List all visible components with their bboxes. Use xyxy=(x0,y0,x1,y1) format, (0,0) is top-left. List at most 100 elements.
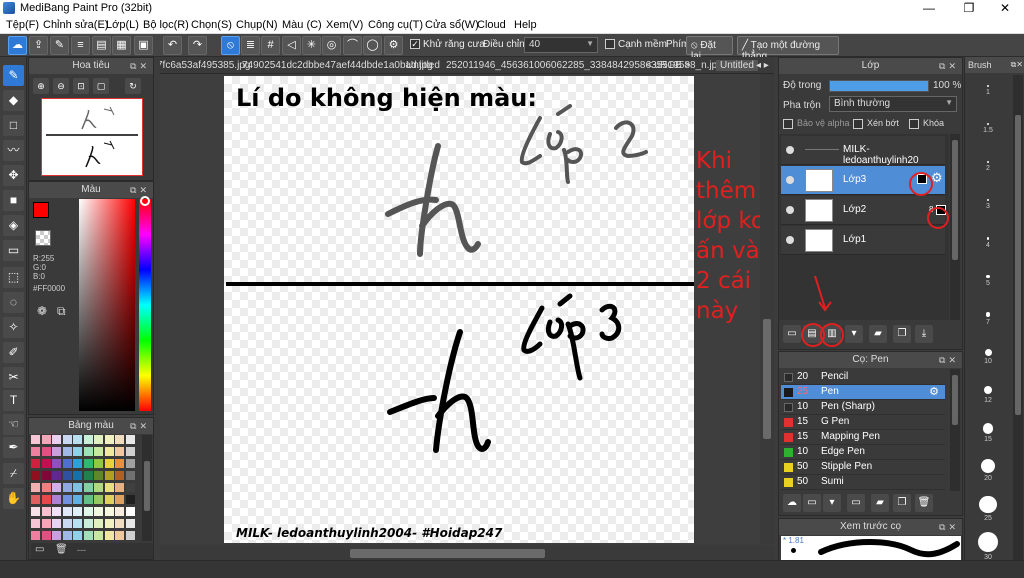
magic-wand-tool-button[interactable]: ✧ xyxy=(3,317,24,338)
eyedropper-tool-button[interactable]: ⌿ xyxy=(3,463,24,484)
palette-swatch[interactable] xyxy=(104,447,114,456)
panel-controls-icon[interactable]: ⧉✕ xyxy=(939,352,959,368)
lasso-tool-button[interactable]: ◌ xyxy=(3,292,24,313)
palette-swatch[interactable] xyxy=(73,483,82,492)
layer-row[interactable]: MILK- ledoanthuylinh20 xyxy=(781,136,945,166)
palette-scrollbar[interactable] xyxy=(142,435,152,541)
actual-size-icon[interactable]: ▢ xyxy=(93,78,109,94)
maximize-button[interactable]: ❐ xyxy=(954,0,984,17)
palette-swatch[interactable] xyxy=(73,435,82,444)
palette-swatch[interactable] xyxy=(73,507,82,516)
menu-cloud[interactable]: Cloud xyxy=(477,19,506,31)
rect-tool-button[interactable]: □ xyxy=(3,115,24,136)
palette-swatch[interactable] xyxy=(83,471,93,480)
layer-color-mode-icon[interactable] xyxy=(917,174,927,184)
menu-select[interactable]: Chọn(S) xyxy=(191,19,232,31)
brush-item-selected[interactable]: 25 Pen ⚙ xyxy=(781,385,945,400)
adjust-select[interactable]: 40 ▼ xyxy=(524,37,598,53)
zoom-in-icon[interactable]: ⊕ xyxy=(33,78,49,94)
zoom-out-icon[interactable]: ⊖ xyxy=(53,78,69,94)
palette-swatch[interactable] xyxy=(115,507,124,516)
eye-icon[interactable] xyxy=(786,176,794,184)
palette-swatch[interactable] xyxy=(31,483,40,492)
comment-button[interactable]: ✎ xyxy=(50,36,69,55)
palette-swatch[interactable] xyxy=(31,435,40,444)
palette-swatch[interactable] xyxy=(94,471,103,480)
close-button[interactable]: ✕ xyxy=(990,0,1020,17)
palette-swatch[interactable] xyxy=(125,471,135,480)
palette-swatch[interactable] xyxy=(115,459,124,468)
add-layer-dropdown-icon[interactable]: ▾ xyxy=(845,325,863,343)
palette-swatch[interactable] xyxy=(104,495,114,504)
palette-swatch[interactable] xyxy=(62,519,72,528)
new-brush-icon[interactable]: ▭ xyxy=(803,494,821,512)
brush-item[interactable]: 10 Edge Pen xyxy=(781,445,945,460)
palette-swatch[interactable] xyxy=(125,495,135,504)
snap-curve-button[interactable]: ⌒ xyxy=(343,36,362,55)
menu-file[interactable]: Tệp(F) xyxy=(6,19,39,31)
palette-swatch[interactable] xyxy=(125,483,135,492)
primary-color-swatch[interactable] xyxy=(33,202,49,218)
palette-swatch[interactable] xyxy=(52,471,61,480)
palette-swatch[interactable] xyxy=(62,447,72,456)
snap-circle-button[interactable]: ◎ xyxy=(322,36,341,55)
palette-swatch[interactable] xyxy=(52,447,61,456)
minimize-button[interactable]: — xyxy=(914,0,944,17)
brush-size-dot[interactable] xyxy=(985,311,991,317)
palette-swatch[interactable] xyxy=(125,531,135,540)
palette-swatch[interactable] xyxy=(62,507,72,516)
doc-tab[interactable]: 74902541dc2dbbe47aef44dbde1a0bad.jpg xyxy=(242,60,433,71)
brush-size-dot[interactable] xyxy=(983,386,993,395)
palette-swatch[interactable] xyxy=(41,471,51,480)
palette-swatch[interactable] xyxy=(52,507,61,516)
opacity-slider[interactable] xyxy=(829,80,929,92)
canvas-vertical-scrollbar[interactable] xyxy=(760,74,774,544)
menu-tools[interactable]: Công cụ(T) xyxy=(368,19,423,31)
folder-icon[interactable]: ▰ xyxy=(871,494,889,512)
brush-size-scrollbar[interactable] xyxy=(1013,75,1023,563)
palette-swatch[interactable] xyxy=(104,483,114,492)
menu-help[interactable]: Help xyxy=(514,19,537,31)
folder-icon[interactable]: ▰ xyxy=(869,325,887,343)
palette-swatch[interactable] xyxy=(73,495,82,504)
palette-swatch[interactable] xyxy=(31,507,40,516)
color-picker-icon[interactable]: ⧉ xyxy=(57,304,66,319)
operation-tool-button[interactable]: ☜ xyxy=(3,414,24,435)
palette-swatch[interactable] xyxy=(94,531,103,540)
hue-slider[interactable] xyxy=(139,199,151,411)
layer-row[interactable]: Lớp1 xyxy=(781,226,945,255)
palette-swatch[interactable] xyxy=(94,507,103,516)
palette-swatch[interactable] xyxy=(94,435,103,444)
layer-list-scrollbar[interactable] xyxy=(950,134,960,320)
rotate-icon[interactable]: ↻ xyxy=(125,78,141,94)
panel-controls-icon[interactable]: ⧉✕ xyxy=(939,519,959,535)
palette-swatch[interactable] xyxy=(41,459,51,468)
palette-swatch[interactable] xyxy=(115,531,124,540)
palette-swatch[interactable] xyxy=(83,495,93,504)
palette-swatch[interactable] xyxy=(31,531,40,540)
palette-swatch[interactable] xyxy=(62,495,72,504)
palette-swatch[interactable] xyxy=(83,447,93,456)
palette-swatch[interactable] xyxy=(94,447,103,456)
palette-swatch[interactable] xyxy=(125,519,135,528)
gear-icon[interactable]: ⚙ xyxy=(931,170,943,186)
layer-color-mode-icon[interactable] xyxy=(936,205,946,215)
palette-swatch[interactable] xyxy=(41,495,51,504)
palette-swatch[interactable] xyxy=(115,435,124,444)
protect-alpha-checkbox[interactable] xyxy=(783,119,793,129)
transparent-color-swatch[interactable] xyxy=(35,230,51,246)
brush-size-dot[interactable] xyxy=(986,236,990,240)
smooth-checkbox[interactable] xyxy=(605,39,615,49)
brush-size-dot[interactable] xyxy=(987,161,989,164)
select-eraser-tool-button[interactable]: ✂ xyxy=(3,367,24,388)
palette-swatch[interactable] xyxy=(62,435,72,444)
navigator-preview[interactable] xyxy=(41,98,143,176)
canvas-horizontal-scrollbar[interactable] xyxy=(160,546,774,560)
palette-swatch[interactable] xyxy=(31,519,40,528)
palette-swatch[interactable] xyxy=(115,495,124,504)
palette-swatch[interactable] xyxy=(52,495,61,504)
eraser-tool-button[interactable]: ◆ xyxy=(3,90,24,111)
canvas-paper[interactable]: Lí do không hiện màu: MILK- ledoanthuyli… xyxy=(224,76,694,543)
cloud-brush-icon[interactable]: ☁ xyxy=(783,494,801,512)
palette-swatch[interactable] xyxy=(115,519,124,528)
